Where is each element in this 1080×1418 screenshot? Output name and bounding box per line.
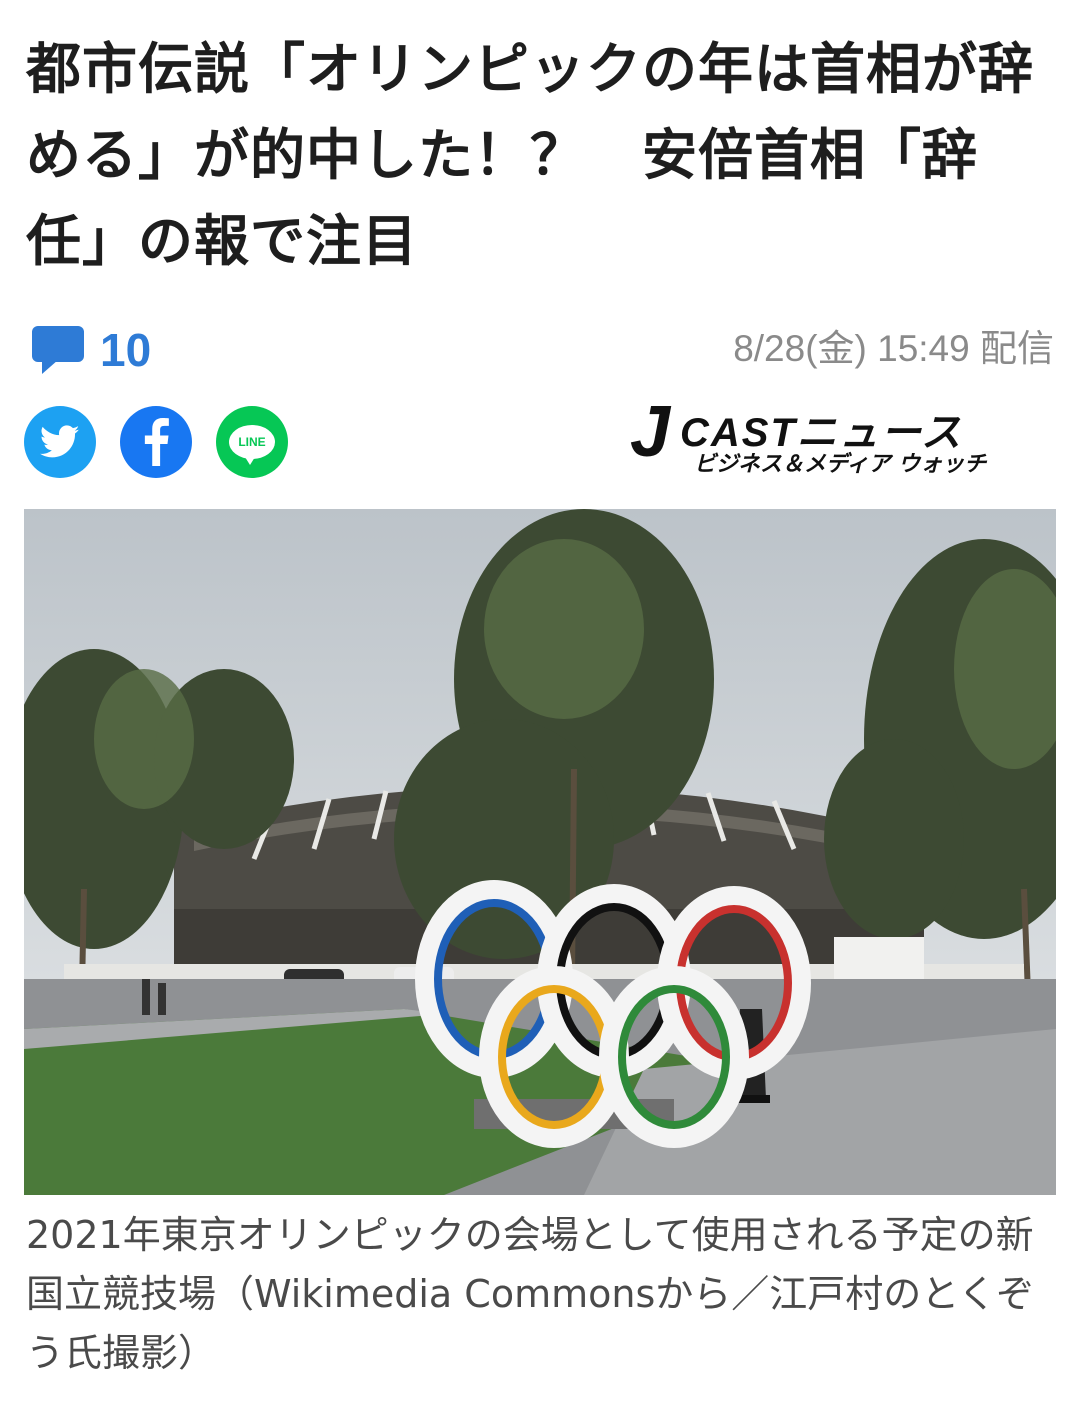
line-icon: LINE <box>229 425 275 465</box>
line-share-button[interactable]: LINE <box>216 406 288 478</box>
published-timestamp: 8/28(金) 15:49 配信 <box>733 328 1054 369</box>
comment-count-link[interactable]: 10 <box>30 320 151 380</box>
photo-caption: 2021年東京オリンピックの会場として使用される予定の新国立競技場（Wikime… <box>26 1213 1035 1375</box>
comment-count-value: 10 <box>100 324 152 376</box>
share-buttons: LINE <box>24 406 312 478</box>
article-photo[interactable] <box>24 509 1056 1195</box>
logo-tagline: ビジネス＆メディア ウォッチ <box>694 452 987 477</box>
twitter-bird-icon <box>40 425 80 458</box>
line-icon-label: LINE <box>238 435 266 449</box>
facebook-share-button[interactable] <box>120 406 192 478</box>
twitter-share-button[interactable] <box>24 406 96 478</box>
logo-j-mark: J <box>630 392 671 472</box>
jcast-news-logo[interactable]: J CASTニュース ビジネス＆メディア ウォッチ <box>630 392 1030 477</box>
article-headline: 都市伝説「オリンピックの年は首相が辞める」が的中した！？ 安倍首相「辞任」の報で… <box>26 37 1035 273</box>
olympic-rings-stadium-photo <box>24 509 1056 1195</box>
facebook-f-icon <box>144 418 169 466</box>
comment-bubble-icon <box>32 326 84 374</box>
